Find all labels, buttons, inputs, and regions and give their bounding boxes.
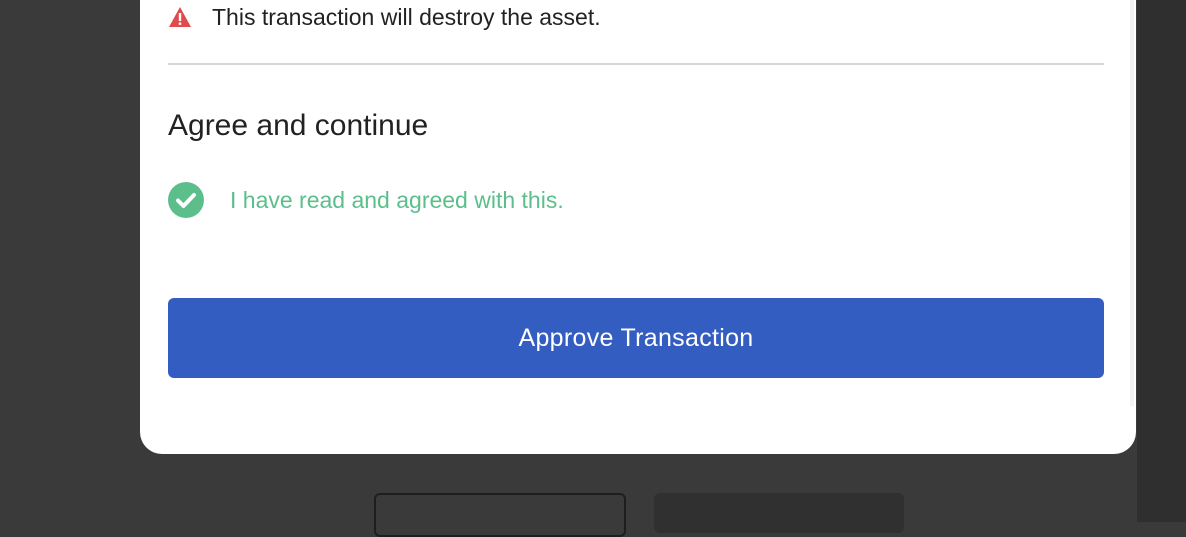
background-primary-button: [654, 493, 904, 533]
warning-text: This transaction will destroy the asset.: [212, 3, 601, 30]
warning-triangle-icon: [168, 6, 192, 28]
agreement-checkbox[interactable]: I have read and agreed with this.: [168, 182, 564, 218]
check-circle-icon[interactable]: [168, 182, 204, 218]
section-title: Agree and continue: [168, 109, 429, 142]
approve-transaction-button[interactable]: Approve Transaction: [168, 298, 1104, 378]
background-secondary-button: [374, 493, 626, 537]
warning-row: This transaction will destroy the asset.: [168, 0, 601, 34]
confirmation-modal: [140, 0, 1136, 454]
background-panel: [1137, 0, 1186, 522]
divider: [168, 63, 1104, 65]
modal-scrollbar[interactable]: [1130, 0, 1134, 406]
agreement-label: I have read and agreed with this.: [230, 186, 564, 213]
